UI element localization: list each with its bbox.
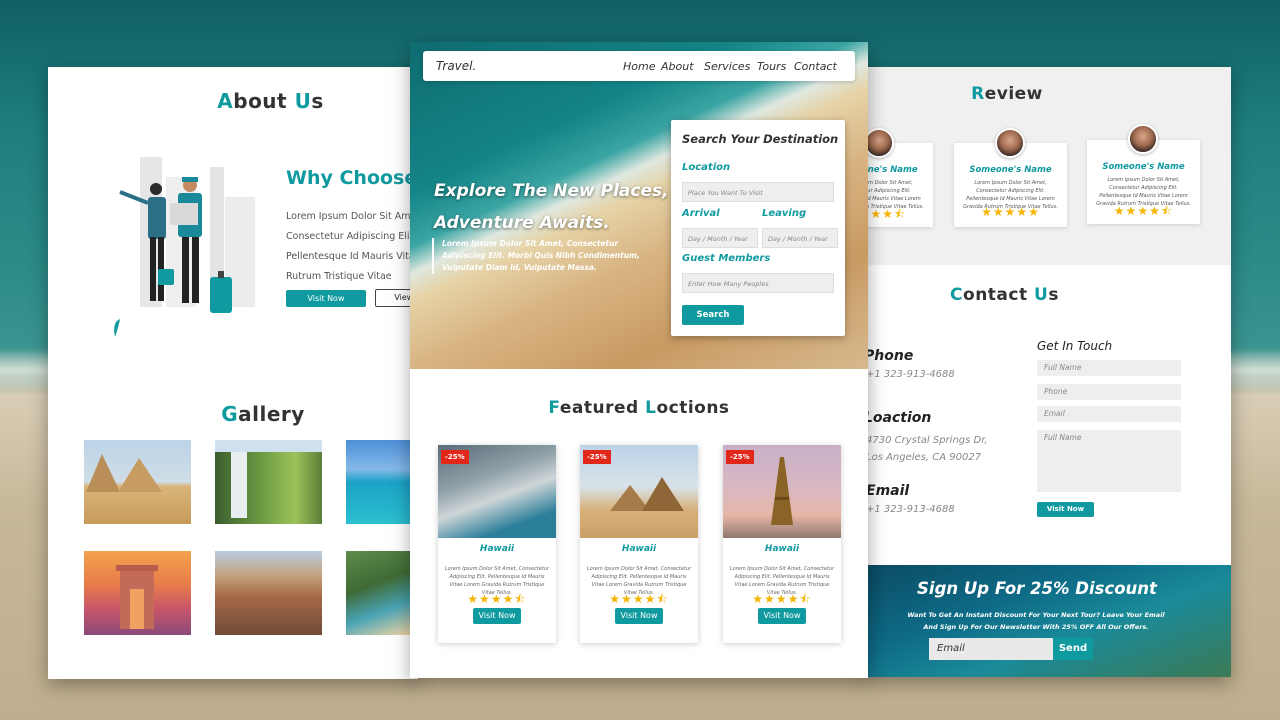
reviewer-name: Someone's Name: [969, 165, 1052, 175]
card-visit-now-button[interactable]: Visit Now: [473, 608, 521, 624]
hero-title: Explore The New Places, Adventure Awaits…: [434, 181, 669, 233]
navbar: Travel. Home About Services Tours Contac…: [423, 51, 855, 81]
review-section: Review Someone's Name Lorem Ipsum Dolor …: [862, 67, 1231, 265]
signup-title: Sign Up For 25% Discount: [917, 579, 1157, 598]
search-form: Search Your Destination Location Place Y…: [671, 120, 845, 336]
about-title: About Us: [217, 89, 324, 113]
location-name: Hawaii: [621, 544, 657, 554]
location-line2: Los Angeles, CA 90027: [866, 452, 982, 463]
featured-title: Featured Loctions: [548, 398, 730, 418]
location-line1: 4730 Crystal Springs Dr,: [866, 435, 988, 446]
location-label: Loaction: [864, 410, 932, 426]
location-label: Location: [682, 162, 731, 173]
fullname-input[interactable]: Full Name: [1037, 360, 1181, 376]
hero-section: Travel. Home About Services Tours Contac…: [410, 42, 868, 369]
guest-input[interactable]: Enter How Many Peoples: [682, 273, 834, 293]
message-textarea[interactable]: Full Name: [1037, 430, 1181, 492]
travel-home-panel: Travel. Home About Services Tours Contac…: [410, 42, 868, 678]
reviewer-name: Someone's Name: [862, 165, 918, 175]
about-visit-now-button[interactable]: Visit Now: [286, 290, 366, 307]
rating-stars: ★★★★⯪: [1113, 204, 1174, 218]
gallery-image-beach[interactable]: [346, 440, 418, 524]
phone-input[interactable]: Phone: [1037, 384, 1181, 400]
card-visit-now-button[interactable]: Visit Now: [758, 608, 806, 624]
discount-badge: -25%: [583, 450, 611, 464]
email-value: +1 323-913-4688: [866, 504, 955, 515]
signup-section: Sign Up For 25% Discount Want To Get An …: [862, 565, 1231, 677]
location-name: Hawaii: [764, 544, 800, 554]
phone-label: Phone: [864, 348, 914, 364]
why-choose-title: Why Choose Us: [286, 167, 418, 189]
gallery-image-india-gate[interactable]: [84, 551, 191, 635]
search-button[interactable]: Search: [682, 305, 744, 325]
gallery-title: Gallery: [221, 402, 305, 426]
get-in-touch-title: Get In Touch: [1037, 339, 1113, 353]
nav-home[interactable]: Home: [623, 60, 655, 73]
location-card: -25% Hawaii Lorem Ipsum Dolor Sit Amet, …: [723, 445, 841, 643]
email-label: Email: [866, 483, 910, 499]
signup-text: Want To Get An Instant Discount For Your…: [907, 611, 1165, 631]
send-button[interactable]: Send: [1053, 638, 1093, 660]
location-input[interactable]: Place You Want To Visit: [682, 182, 834, 202]
about-gallery-panel: About Us Why Choose Us Lorem Ipsum Dolor…: [48, 67, 418, 679]
review-title: Review: [971, 84, 1043, 104]
reviewer-avatar: [1128, 124, 1158, 154]
contact-title: Contact Us: [950, 285, 1059, 305]
arrival-date-input[interactable]: Day / Month / Year: [682, 228, 758, 248]
gallery-image-waterfall[interactable]: [215, 440, 322, 524]
nav-contact[interactable]: Contact: [794, 60, 837, 73]
gallery-image-coast[interactable]: [346, 551, 418, 635]
why-choose-text: Lorem Ipsum Dolor Sit Amet, Consectetur …: [286, 211, 418, 282]
arrival-label: Arrival: [682, 208, 720, 219]
card-visit-now-button[interactable]: Visit Now: [615, 608, 663, 624]
location-name: Hawaii: [479, 544, 515, 554]
nav-tours[interactable]: Tours: [757, 60, 786, 73]
rating-stars: ★★★★★: [981, 205, 1040, 219]
nav-about[interactable]: About: [661, 60, 694, 73]
rating-stars: ★★★★⯪: [862, 207, 907, 221]
logo[interactable]: Travel.: [436, 59, 476, 73]
search-title: Search Your Destination: [682, 132, 839, 146]
leaving-label: Leaving: [762, 208, 807, 219]
discount-badge: -25%: [441, 450, 469, 464]
hero-text: Lorem Ipsum Dolor Sit Amet, Consectetur …: [432, 238, 642, 274]
leaving-date-input[interactable]: Day / Month / Year: [762, 228, 838, 248]
nav-services[interactable]: Services: [704, 60, 750, 73]
discount-badge: -25%: [726, 450, 754, 464]
email-input[interactable]: Email: [1037, 406, 1181, 422]
location-card: -25% Hawaii Lorem Ipsum Dolor Sit Amet, …: [438, 445, 556, 643]
newsletter-email-input[interactable]: Email: [929, 638, 1053, 660]
reviewer-name: Someone's Name: [1102, 162, 1185, 172]
reviewer-avatar: [864, 128, 894, 158]
gallery-image-canyon[interactable]: [215, 551, 322, 635]
gallery-image-pyramids[interactable]: [84, 440, 191, 524]
guest-label: Guest Members: [682, 253, 771, 264]
location-card: -25% Hawaii Lorem Ipsum Dolor Sit Amet, …: [580, 445, 698, 643]
contact-submit-button[interactable]: Visit Now: [1037, 502, 1094, 517]
reviewer-avatar: [995, 128, 1025, 158]
review-contact-panel: Review Someone's Name Lorem Ipsum Dolor …: [862, 67, 1231, 677]
travelers-illustration: [114, 157, 255, 337]
phone-value: +1 323-913-4688: [866, 369, 955, 380]
